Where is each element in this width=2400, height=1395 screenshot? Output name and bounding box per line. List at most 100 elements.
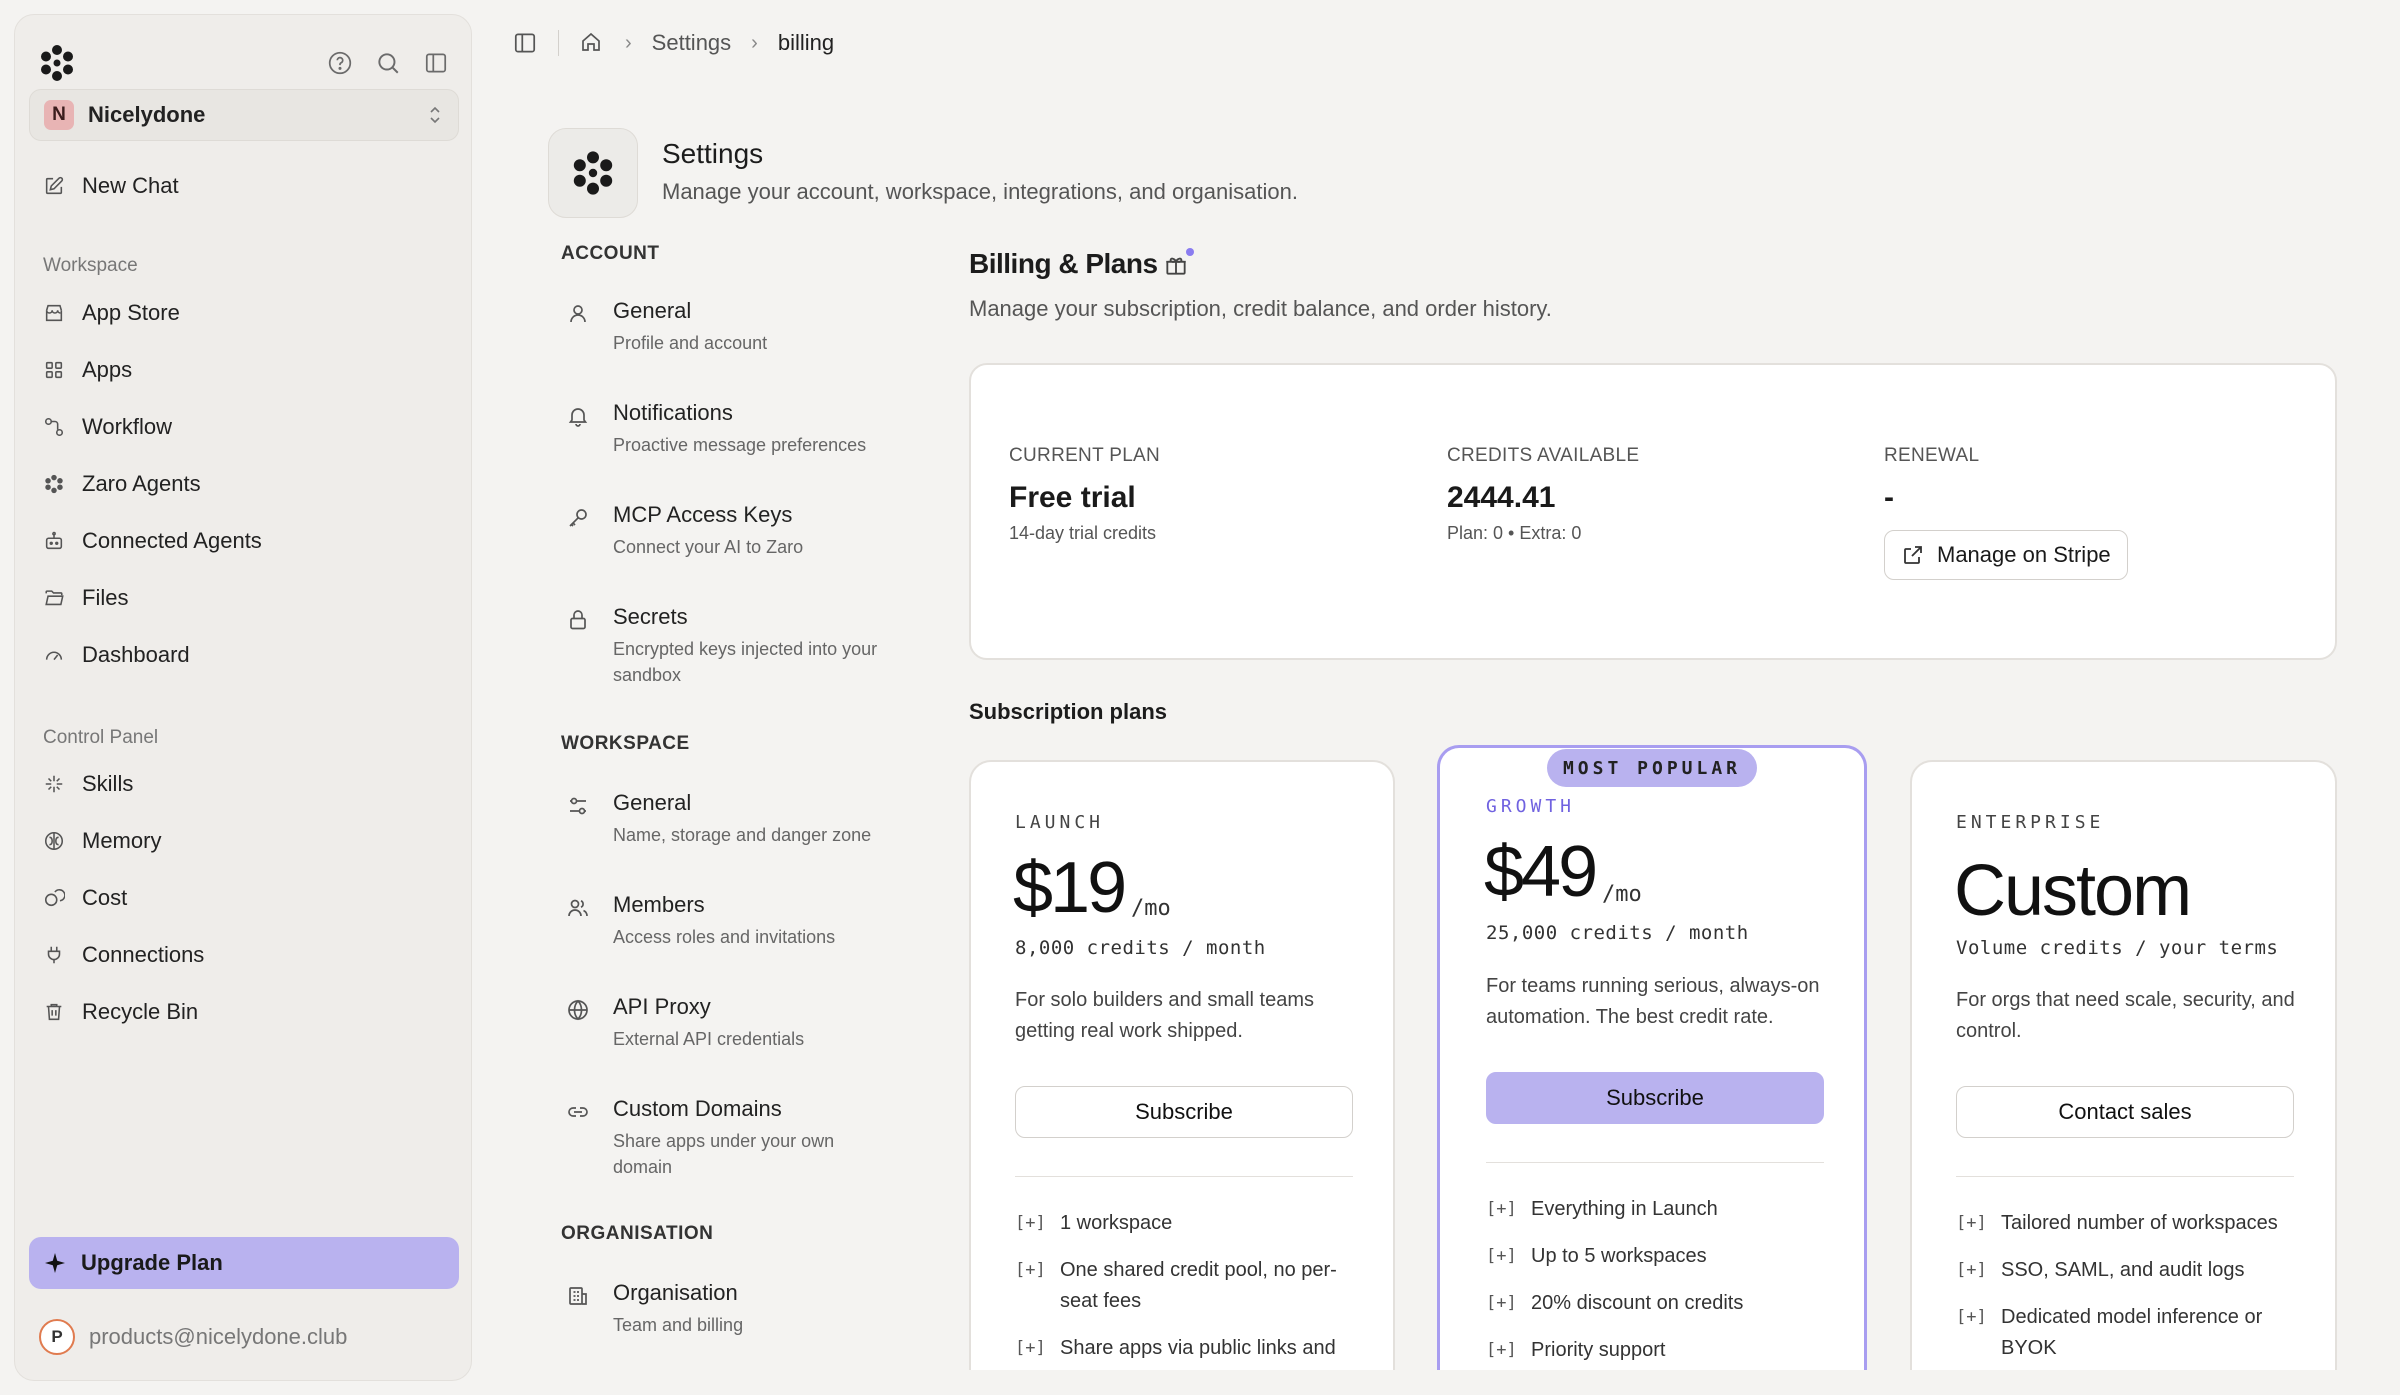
- building-icon: [566, 1284, 592, 1310]
- sidebar-item-app-store[interactable]: App Store: [43, 293, 180, 333]
- sidebar-item-cost[interactable]: Cost: [43, 878, 127, 918]
- subscribe-growth-button[interactable]: Subscribe: [1486, 1072, 1824, 1124]
- feature-bullet: [+]: [1015, 1338, 1046, 1358]
- breadcrumb-settings[interactable]: Settings: [652, 30, 732, 56]
- feature-bullet: [+]: [1956, 1213, 1987, 1233]
- key-icon: [566, 506, 592, 532]
- feature-bullet: [+]: [1486, 1340, 1517, 1360]
- plan-feature: [+] 20% discount on credits: [1486, 1288, 1826, 1319]
- plan-feature: [+] Dedicated model inference or BYOK: [1956, 1302, 2296, 1364]
- sidebar-item-files[interactable]: Files: [43, 578, 128, 618]
- subscription-plans-title: Subscription plans: [969, 699, 1168, 724]
- external-link-icon: [1901, 543, 1925, 567]
- home-icon[interactable]: [579, 30, 605, 56]
- plan-price: Custom: [1954, 851, 2192, 931]
- plan-feature: [+] Tailored number of workspaces: [1956, 1208, 2296, 1239]
- sidebar: N Nicelydone New Chat Workspace App Stor…: [14, 14, 472, 1381]
- nav-item-title: Secrets: [613, 604, 688, 629]
- sidebar-item-label: Workflow: [82, 414, 173, 439]
- plan-feature: [+] Up to 5 workspaces: [1486, 1241, 1826, 1272]
- workspace-switcher[interactable]: N Nicelydone: [29, 89, 459, 141]
- divider: [1956, 1176, 2294, 1177]
- nav-item-title: Notifications: [613, 400, 733, 425]
- subscribe-launch-button[interactable]: Subscribe: [1015, 1086, 1353, 1138]
- help-icon[interactable]: [327, 50, 353, 76]
- feature-text: SSO, SAML, and audit logs: [2001, 1259, 2245, 1281]
- nav-item-desc: Team and billing: [613, 1315, 744, 1335]
- plan-feature: [+] SSO, SAML, and audit logs: [1956, 1255, 2296, 1286]
- sidebar-item-recycle-bin[interactable]: Recycle Bin: [43, 992, 198, 1032]
- most-popular-badge: MOST POPULAR: [1547, 749, 1757, 787]
- contact-sales-button[interactable]: Contact sales: [1956, 1086, 2294, 1138]
- plan-feature: [+] One shared credit pool, no per-seat f…: [1015, 1255, 1355, 1317]
- manage-on-stripe-label: Manage on Stripe: [1937, 542, 2111, 567]
- sidebar-item-label: Apps: [82, 357, 133, 382]
- sidebar-item-connected-agents[interactable]: Connected Agents: [43, 521, 262, 561]
- manage-on-stripe-button[interactable]: Manage on Stripe: [1884, 530, 2128, 580]
- nav-item-desc: Connect your AI to Zaro: [613, 537, 804, 557]
- sidebar-item-label: Memory: [82, 828, 162, 853]
- sidebar-item-memory[interactable]: Memory: [43, 821, 161, 861]
- nav-item-desc: Encrypted keys injected into your sandbo…: [613, 639, 878, 685]
- upgrade-plan-button[interactable]: Upgrade Plan: [29, 1237, 459, 1289]
- feature-text: 20% discount on credits: [1531, 1292, 1744, 1314]
- nav-item-title: MCP Access Keys: [613, 502, 793, 527]
- current-plan-label: CURRENT PLAN: [1009, 445, 1161, 466]
- new-chat-button[interactable]: New Chat: [43, 166, 179, 206]
- section-control-panel: Control Panel: [43, 727, 159, 748]
- nav-item-desc: External API credentials: [613, 1029, 805, 1049]
- apps-grid-icon: [43, 359, 65, 381]
- nav-item-title: Custom Domains: [613, 1096, 782, 1121]
- current-plan-note: 14-day trial credits: [1009, 523, 1157, 543]
- feature-bullet: [+]: [1486, 1293, 1517, 1313]
- edit-icon: [43, 175, 65, 197]
- globe-icon: [566, 998, 592, 1024]
- feature-bullet: [+]: [1486, 1199, 1517, 1219]
- divider: [558, 30, 559, 56]
- plan-period: /mo: [1602, 882, 1642, 907]
- search-icon[interactable]: [375, 50, 401, 76]
- store-icon: [43, 302, 65, 324]
- renewal-label: RENEWAL: [1884, 445, 1980, 466]
- bot-icon: [43, 530, 65, 552]
- sidebar-item-connections[interactable]: Connections: [43, 935, 204, 975]
- feature-text: Up to 5 workspaces: [1531, 1245, 1707, 1267]
- upgrade-plan-label: Upgrade Plan: [81, 1250, 223, 1275]
- sidebar-toggle-icon[interactable]: [423, 50, 449, 76]
- panel-toggle-icon[interactable]: [512, 30, 538, 56]
- feature-text: Tailored number of workspaces: [2001, 1212, 2278, 1234]
- plan-description: For solo builders and small teams gettin…: [1015, 989, 1315, 1042]
- sidebar-item-label: Dashboard: [82, 642, 190, 667]
- sidebar-item-skills[interactable]: Skills: [43, 764, 133, 804]
- nav-item-desc: Access roles and invitations: [613, 927, 836, 947]
- nav-item-title: API Proxy: [613, 994, 711, 1019]
- plan-feature: [+] Share apps via public links and: [1015, 1333, 1355, 1364]
- avatar: P: [39, 1319, 75, 1355]
- sidebar-item-apps[interactable]: Apps: [43, 350, 132, 390]
- feature-text: One shared credit pool, no per-seat fees: [1060, 1259, 1337, 1312]
- gift-icon[interactable]: [1163, 252, 1189, 278]
- renewal-value: -: [1884, 481, 1894, 514]
- feature-bullet: [+]: [1956, 1260, 1987, 1280]
- nav-item-desc: Profile and account: [613, 333, 768, 353]
- plug-icon: [43, 944, 65, 966]
- feature-text: Everything in Launch: [1531, 1198, 1718, 1220]
- gauge-icon: [43, 644, 65, 666]
- plan-credits: 8,000 credits / month: [1015, 937, 1266, 959]
- billing-title: Billing & Plans: [969, 248, 1158, 279]
- plan-credits: Volume credits / your terms: [1956, 937, 2279, 959]
- user-account[interactable]: P products@nicelydone.club: [39, 1319, 347, 1355]
- sidebar-item-dashboard[interactable]: Dashboard: [43, 635, 190, 675]
- plan-name: ENTERPRISE: [1956, 812, 2105, 833]
- sidebar-item-label: Cost: [82, 885, 128, 910]
- feature-bullet: [+]: [1956, 1307, 1987, 1327]
- current-plan-stat: CURRENT PLAN Free trial 14-day trial cre…: [1009, 445, 1160, 544]
- plan-name: GROWTH: [1486, 796, 1576, 817]
- plan-feature: [+] Everything in Launch: [1486, 1194, 1826, 1225]
- new-chat-label: New Chat: [82, 173, 179, 198]
- nav-item-title: Organisation: [613, 1280, 738, 1305]
- sidebar-item-workflow[interactable]: Workflow: [43, 407, 172, 447]
- sidebar-item-zaro-agents[interactable]: Zaro Agents: [43, 464, 201, 504]
- sidebar-item-label: Connections: [82, 942, 205, 967]
- zaro-logo-icon[interactable]: [37, 43, 77, 83]
